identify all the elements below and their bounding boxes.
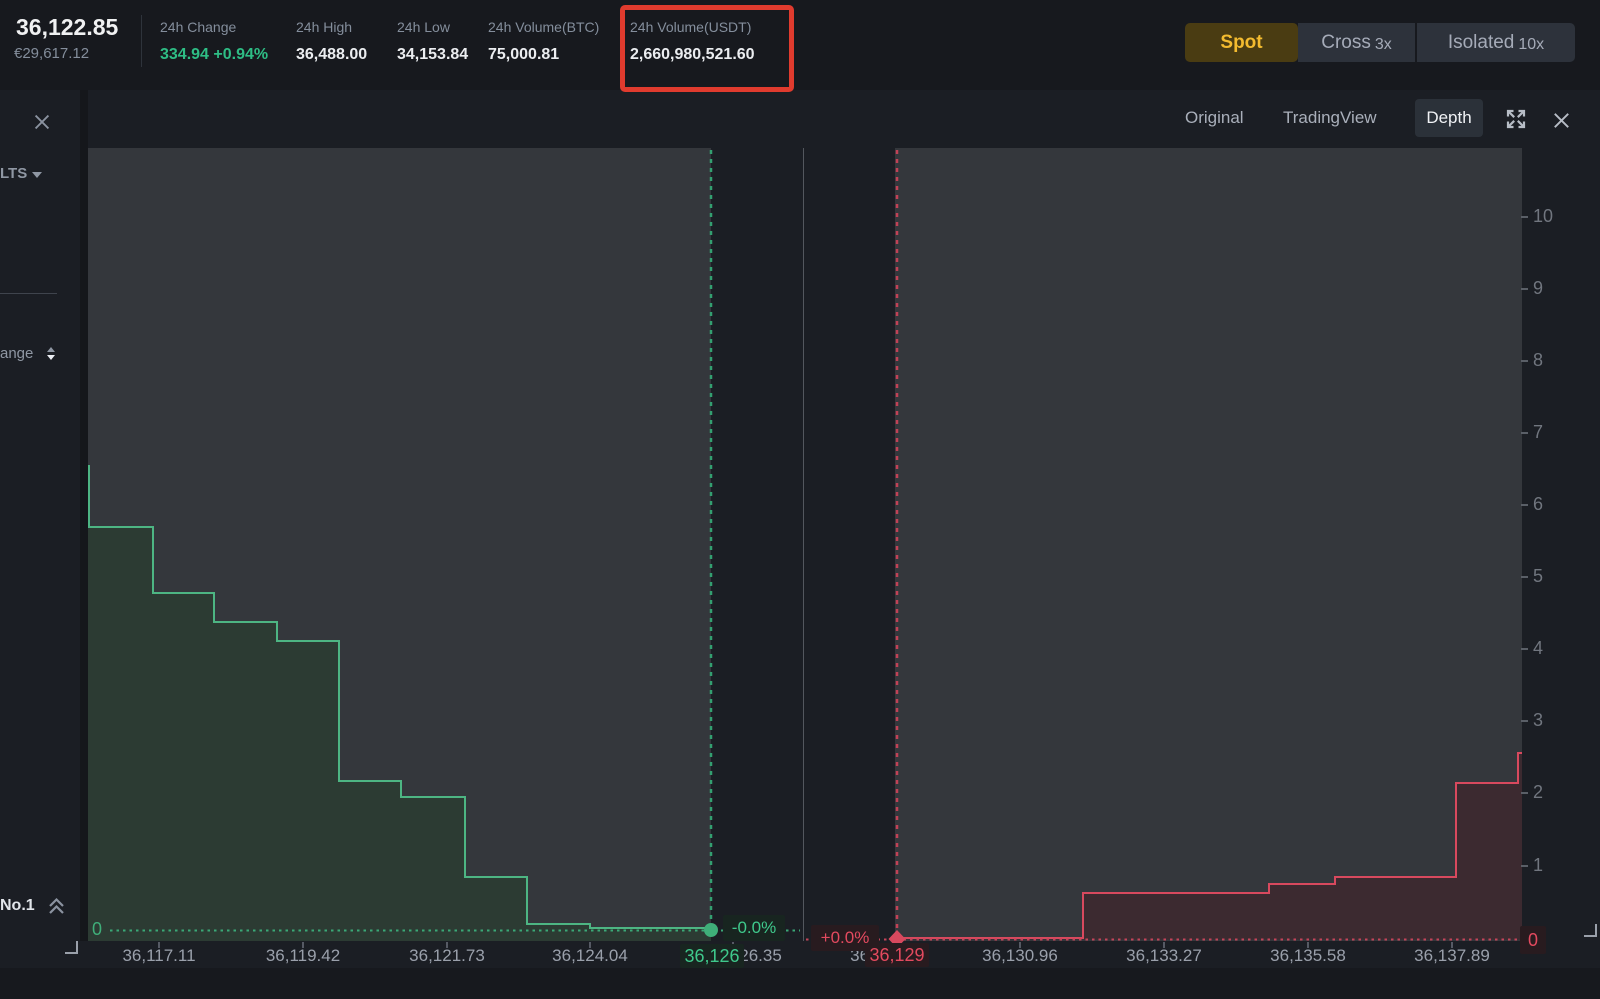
y-axis-label: 6 — [1533, 494, 1567, 515]
ask-axis-label: 36,135.58 — [1270, 946, 1346, 966]
ticker-topbar: 36,122.85 €29,617.12 24h Change 334.94 +… — [0, 0, 1600, 90]
bid-axis-label: 36,124.04 — [552, 946, 628, 966]
spot-tab-label: Spot — [1220, 32, 1262, 54]
binance-depth-screen: 36,122.85 €29,617.12 24h Change 334.94 +… — [0, 0, 1600, 999]
y-axis-label: 2 — [1533, 782, 1567, 803]
caret-down-icon — [32, 172, 42, 178]
sidebar-change-sort[interactable]: ange — [0, 345, 33, 362]
tab-depth-label: Depth — [1426, 108, 1471, 128]
chart-close-icon[interactable] — [1550, 109, 1573, 137]
ask-price-tag: 36,129 — [865, 943, 929, 967]
fiat-price: €29,617.12 — [14, 45, 89, 62]
bid-axis-label: 36,121.73 — [409, 946, 485, 966]
ask-axis-label: 36,133.27 — [1126, 946, 1202, 966]
sort-asc-icon[interactable] — [47, 347, 55, 352]
ask-axis-label: 36,130.96 — [982, 946, 1058, 966]
change-column-label: ange — [0, 345, 33, 362]
y-axis-label: 3 — [1533, 710, 1567, 731]
tab-depth[interactable]: Depth — [1415, 99, 1483, 137]
stat-value: 36,488.00 — [296, 46, 367, 64]
alts-label: LTS — [0, 165, 27, 182]
topbar-divider — [141, 15, 142, 67]
bid-percent-tooltip: -0.0% — [723, 915, 785, 941]
y-axis-label: 7 — [1533, 422, 1567, 443]
bid-price-tag: 36,126 — [680, 944, 744, 968]
stat-value: 34,153.84 — [397, 46, 468, 64]
y-axis-label: 10 — [1533, 206, 1567, 227]
fullscreen-icon[interactable] — [1504, 107, 1528, 136]
ask-zero-label: 0 — [1520, 926, 1546, 954]
pair-rank-badge: No.1 — [0, 897, 35, 915]
bid-zero-label: 0 — [92, 919, 102, 940]
bottom-strip — [0, 968, 1600, 999]
sidebar-close-icon[interactable] — [31, 111, 53, 138]
ask-depth-panel[interactable] — [895, 148, 1522, 941]
cross-margin-tab[interactable]: Cross 3x — [1298, 23, 1415, 62]
isolated-tab-label: Isolated — [1448, 32, 1515, 54]
y-axis-label: 8 — [1533, 350, 1567, 371]
stat-value: 334.94 +0.94% — [160, 46, 268, 64]
stat-label: 24h Change — [160, 19, 236, 35]
last-price: 36,122.85 — [16, 14, 118, 41]
stat-value: 75,000.81 — [488, 46, 559, 64]
bid-depth-panel[interactable] — [88, 148, 711, 941]
sidebar-alts-dropdown[interactable]: LTS — [0, 165, 42, 182]
red-highlight-box — [620, 5, 794, 92]
cross-tab-label: Cross — [1321, 32, 1371, 54]
bid-axis-label: 36,117.11 — [122, 946, 195, 966]
y-axis-label: 4 — [1533, 638, 1567, 659]
tab-original[interactable]: Original — [1185, 108, 1244, 128]
isolated-leverage-label: 10x — [1518, 36, 1544, 54]
isolated-margin-tab[interactable]: Isolated 10x — [1417, 23, 1575, 62]
stat-label: 24h High — [296, 19, 352, 35]
chart-resize-corner-icon[interactable] — [1583, 923, 1597, 942]
stat-label: 24h Low — [397, 19, 450, 35]
bid-axis-label: 36,119.42 — [266, 946, 340, 966]
y-axis-label: 5 — [1533, 566, 1567, 587]
sidebar-gap — [80, 90, 88, 941]
sort-desc-icon[interactable] — [47, 355, 55, 360]
sidebar-divider — [0, 293, 57, 294]
y-axis-label: 9 — [1533, 278, 1567, 299]
cross-leverage-label: 3x — [1375, 36, 1392, 54]
sidebar-resize-corner-icon[interactable] — [64, 940, 78, 959]
stat-label: 24h Volume(BTC) — [488, 19, 599, 35]
ask-axis-label: 36,137.89 — [1414, 946, 1490, 966]
spot-tab[interactable]: Spot — [1185, 23, 1298, 62]
y-axis-label: 1 — [1533, 855, 1567, 876]
tab-tradingview[interactable]: TradingView — [1283, 108, 1377, 128]
collapse-up-icon[interactable] — [47, 896, 66, 921]
